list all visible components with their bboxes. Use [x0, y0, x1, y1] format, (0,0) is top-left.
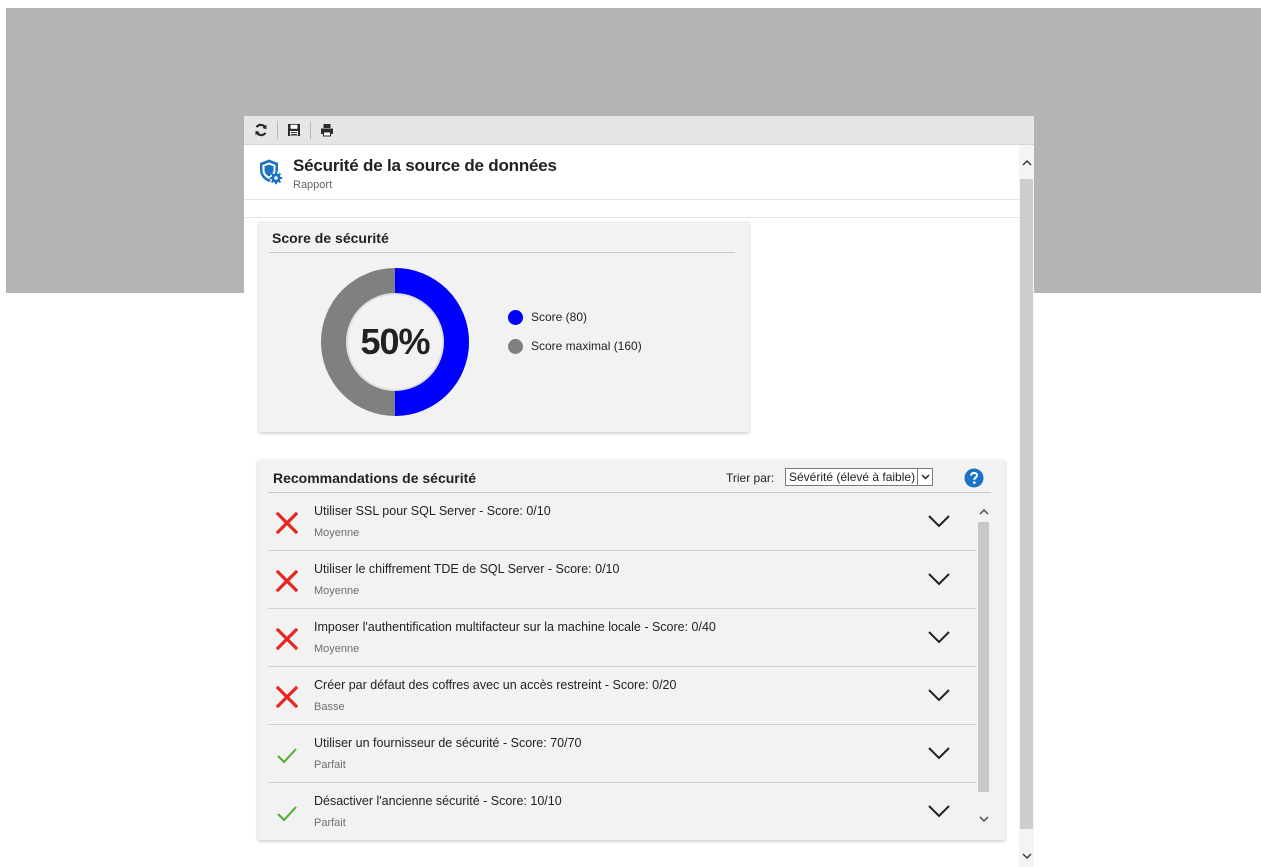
- save-icon: [288, 124, 300, 136]
- recommendations-card: Recommandations de sécurité Trier par: S…: [258, 460, 1005, 840]
- recommendations-title: Recommandations de sécurité: [273, 470, 477, 486]
- legend-label: Score maximal (160): [531, 339, 642, 353]
- toolbar-separator: [277, 121, 278, 139]
- page-subtitle: Rapport: [293, 179, 333, 191]
- chevron-down-icon: [921, 474, 930, 480]
- chevron-down-icon: [979, 816, 988, 822]
- legend-swatch: [508, 309, 523, 325]
- recommendation-name: Créer par défaut des coffres avec un acc…: [314, 678, 677, 692]
- print-icon: [321, 124, 333, 137]
- divider: [269, 252, 735, 253]
- toolbar-separator: [310, 121, 311, 139]
- fail-x-icon: [275, 685, 299, 709]
- recommendation-name: Utiliser le chiffrement TDE de SQL Serve…: [314, 562, 620, 576]
- recommendation-severity: Basse: [314, 701, 345, 713]
- recommendation-row[interactable]: Créer par défaut des coffres avec un acc…: [268, 667, 976, 725]
- sort-select[interactable]: Sévérité (élevé à faible): [785, 468, 934, 486]
- legend-label: Score (80): [531, 310, 588, 324]
- recommendation-row[interactable]: Imposer l'authentification multifacteur …: [268, 609, 976, 667]
- refresh-button[interactable]: [250, 119, 272, 141]
- recommendation-name: Imposer l'authentification multifacteur …: [314, 620, 716, 634]
- fail-x-icon: [275, 627, 299, 651]
- refresh-icon: [255, 123, 267, 137]
- list-scroll-down-button[interactable]: [976, 812, 991, 826]
- score-card-title: Score de sécurité: [272, 230, 389, 246]
- save-button[interactable]: [283, 119, 305, 141]
- expand-chevron-icon[interactable]: [926, 685, 952, 705]
- expand-chevron-icon[interactable]: [926, 801, 952, 821]
- recommendation-row[interactable]: Utiliser SSL pour SQL Server - Score: 0/…: [268, 493, 976, 551]
- report-window: Sécurité de la source de données Rapport…: [244, 116, 1034, 867]
- recommendation-severity: Moyenne: [314, 527, 360, 539]
- recommendation-name: Désactiver l'ancienne sécurité - Score: …: [314, 794, 562, 808]
- expand-chevron-icon[interactable]: [926, 511, 952, 531]
- expand-chevron-icon[interactable]: [926, 743, 952, 763]
- security-score-card: Score de sécurité 50% Score (80) Score ma…: [259, 222, 749, 432]
- recommendation-row[interactable]: Désactiver l'ancienne sécurité - Score: …: [268, 783, 976, 839]
- score-legend: Score (80) Score maximal (160): [508, 306, 642, 364]
- page-title: Sécurité de la source de données: [293, 156, 557, 175]
- chevron-up-icon: [1022, 159, 1031, 165]
- expand-chevron-icon[interactable]: [926, 569, 952, 589]
- chevron-down-icon: [1022, 853, 1031, 859]
- recommendation-row[interactable]: Utiliser le chiffrement TDE de SQL Serve…: [268, 551, 976, 609]
- divider: [244, 217, 1019, 218]
- recommendation-severity: Moyenne: [314, 585, 360, 597]
- fail-x-icon: [275, 569, 299, 593]
- list-scroll-thumb[interactable]: [978, 522, 989, 792]
- pass-check-icon: [277, 748, 297, 764]
- sort-select-value: Sévérité (élevé à faible): [789, 470, 916, 484]
- recommendation-name: Utiliser un fournisseur de sécurité - Sc…: [314, 736, 582, 750]
- recommendation-name: Utiliser SSL pour SQL Server - Score: 0/…: [314, 504, 551, 518]
- recommendation-severity: Parfait: [314, 759, 346, 771]
- list-scroll-up-button[interactable]: [976, 504, 991, 518]
- chevron-up-icon: [979, 508, 988, 514]
- fail-x-icon: [275, 511, 299, 535]
- recommendation-severity: Moyenne: [314, 643, 360, 655]
- legend-swatch: [508, 338, 523, 354]
- scroll-down-button[interactable]: [1019, 847, 1034, 865]
- shield-gear-icon: [260, 159, 283, 185]
- scroll-thumb[interactable]: [1020, 179, 1033, 829]
- page-scrollbar[interactable]: [1019, 145, 1034, 867]
- legend-item: Score (80): [508, 306, 642, 328]
- select-arrow[interactable]: [917, 469, 932, 485]
- print-button[interactable]: [316, 119, 338, 141]
- score-percentage: 50%: [360, 321, 430, 362]
- scroll-up-button[interactable]: [1019, 153, 1034, 171]
- recommendation-severity: Parfait: [314, 817, 346, 829]
- recommendations-list: Utiliser SSL pour SQL Server - Score: 0/…: [268, 493, 976, 839]
- help-icon[interactable]: [964, 468, 984, 488]
- toolbar: [244, 116, 1034, 145]
- legend-item: Score maximal (160): [508, 335, 642, 357]
- sort-label: Trier par:: [726, 471, 775, 485]
- pass-check-icon: [277, 806, 297, 822]
- expand-chevron-icon[interactable]: [926, 627, 952, 647]
- recommendation-row[interactable]: Utiliser un fournisseur de sécurité - Sc…: [268, 725, 976, 783]
- list-scrollbar[interactable]: [976, 500, 991, 830]
- report-header: Sécurité de la source de données Rapport: [244, 145, 1019, 200]
